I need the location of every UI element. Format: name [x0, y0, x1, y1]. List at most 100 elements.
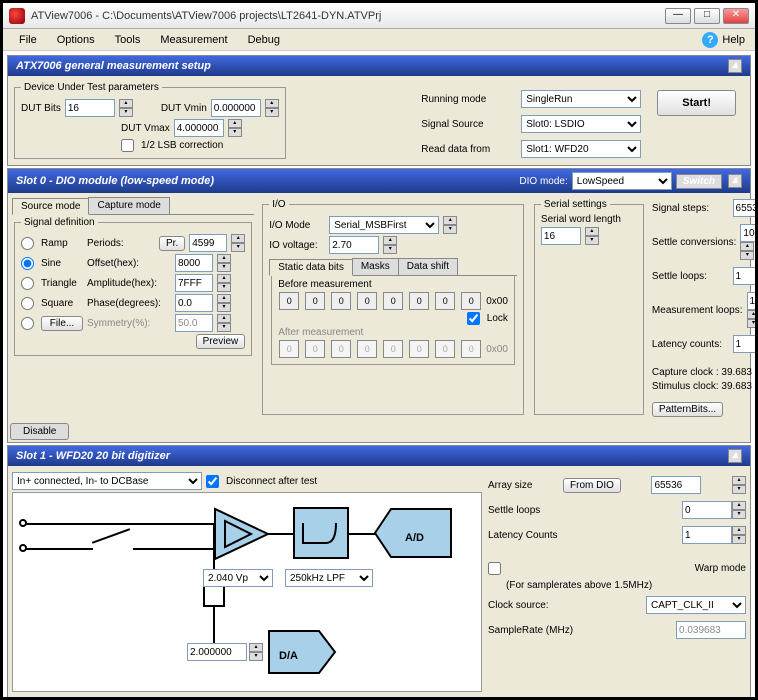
readfrom-select[interactable]: Slot1: WFD20	[521, 140, 641, 158]
srate-input	[676, 621, 746, 639]
da-spinner[interactable]: ▴▾	[249, 643, 263, 661]
preview-button[interactable]: Preview	[196, 334, 246, 349]
periods-input[interactable]	[189, 234, 227, 252]
dutvmax-input[interactable]	[174, 119, 224, 137]
before-hex: 0x00	[486, 296, 508, 307]
conn-select[interactable]: In+ connected, In- to DCBase	[12, 472, 202, 490]
panel3-collapse-icon[interactable]: ▴	[728, 449, 742, 463]
offset-spinner[interactable]: ▴▾	[217, 254, 231, 272]
iomode-select[interactable]: Serial_MSBFirst	[329, 216, 439, 234]
bit-button: 0	[331, 340, 351, 358]
settleconv-spinner[interactable]: ▴▾	[740, 242, 754, 260]
settleconv-input[interactable]	[740, 224, 755, 242]
radio-square[interactable]	[21, 297, 34, 310]
panel1-collapse-icon[interactable]: ▴	[728, 59, 742, 73]
phase-input[interactable]	[175, 294, 213, 312]
settleloops-label: Settle loops:	[652, 271, 707, 282]
p3-latency-label: Latency Counts	[488, 530, 558, 541]
menu-file[interactable]: File	[9, 34, 47, 46]
radio-ramp[interactable]	[21, 237, 34, 250]
help-icon[interactable]: ?	[702, 32, 718, 48]
radio-sine[interactable]	[21, 257, 34, 270]
periods-spinner[interactable]: ▴▾	[231, 234, 245, 252]
patternbits-button[interactable]: PatternBits...	[652, 402, 723, 417]
warp-note: (For samplerates above 1.5MHz)	[488, 580, 746, 591]
sym-label: Symmetry(%):	[87, 318, 171, 329]
p3-settleloops-label: Settle loops	[488, 505, 540, 516]
measloops-spinner[interactable]: ▴▾	[747, 310, 755, 328]
diomode-select[interactable]: LowSpeed	[572, 172, 672, 190]
p3-settleloops-spinner[interactable]: ▴▾	[732, 501, 746, 519]
disc-checkbox[interactable]	[206, 475, 219, 488]
menu-help[interactable]: Help	[718, 34, 749, 46]
p3-latency-spinner[interactable]: ▴▾	[732, 526, 746, 544]
periods-button[interactable]: Pr.	[159, 236, 185, 251]
sigsrc-select[interactable]: Slot0: LSDIO	[521, 115, 641, 133]
panel1-header: ATX7006 general measurement setup ▴	[8, 56, 750, 76]
vp-select[interactable]: 2.040 Vp	[203, 569, 273, 587]
panel2-disable-button[interactable]: Disable	[10, 423, 69, 440]
settleloops-input[interactable]	[733, 267, 755, 285]
swl-input[interactable]	[541, 227, 581, 245]
amp-spinner[interactable]: ▴▾	[217, 274, 231, 292]
bit-button[interactable]: 0	[409, 292, 429, 310]
dutbits-spinner[interactable]: ▴▾	[119, 99, 133, 117]
bit-button[interactable]: 0	[357, 292, 377, 310]
lsb-checkbox[interactable]	[121, 139, 134, 152]
tab-masks[interactable]: Masks	[352, 258, 399, 275]
bit-button[interactable]: 0	[279, 292, 299, 310]
periods-label: Periods:	[87, 238, 155, 249]
radio-triangle[interactable]	[21, 277, 34, 290]
arrsize-spinner[interactable]: ▴▾	[732, 476, 746, 494]
measloops-input[interactable]	[747, 292, 755, 310]
menu-options[interactable]: Options	[47, 34, 105, 46]
amp-input[interactable]	[175, 274, 213, 292]
bit-button[interactable]: 0	[435, 292, 455, 310]
lpf-select[interactable]: 250kHz LPF	[285, 569, 373, 587]
before-label: Before measurement	[278, 279, 508, 290]
radio-file[interactable]	[21, 317, 34, 330]
tab-static-bits[interactable]: Static data bits	[269, 259, 353, 276]
tab-data-shift[interactable]: Data shift	[398, 258, 458, 275]
dutbits-input[interactable]	[65, 99, 115, 117]
latency-input[interactable]	[733, 335, 755, 353]
dutvmax-spinner[interactable]: ▴▾	[228, 119, 242, 137]
close-button[interactable]: ✕	[723, 8, 749, 24]
iomode-spinner[interactable]: ▴▾	[443, 216, 457, 234]
warp-checkbox[interactable]	[488, 562, 501, 575]
p3-settleloops-input[interactable]	[682, 501, 732, 519]
phase-spinner[interactable]: ▴▾	[217, 294, 231, 312]
iovolt-input[interactable]	[329, 236, 379, 254]
file-button[interactable]: File...	[41, 316, 83, 331]
minimize-button[interactable]: —	[665, 8, 691, 24]
maximize-button[interactable]: □	[694, 8, 720, 24]
dutvmin-spinner[interactable]: ▴▾	[265, 99, 279, 117]
amp-block-icon	[213, 507, 273, 563]
swl-spinner[interactable]: ▴▾	[585, 227, 599, 245]
bit-button[interactable]: 0	[383, 292, 403, 310]
tab-source-mode[interactable]: Source mode	[12, 198, 89, 215]
da-input[interactable]	[187, 643, 247, 661]
sigsteps-input[interactable]	[733, 199, 755, 217]
arrsize-input[interactable]	[651, 476, 701, 494]
switch-button[interactable]: Switch	[676, 174, 722, 189]
bit-button[interactable]: 0	[461, 292, 481, 310]
clksrc-select[interactable]: CAPT_CLK_II	[646, 596, 746, 614]
bit-button[interactable]: 0	[331, 292, 351, 310]
bit-button: 0	[461, 340, 481, 358]
menu-measurement[interactable]: Measurement	[150, 34, 237, 46]
panel2-collapse-icon[interactable]: ▴	[728, 174, 742, 188]
menu-debug[interactable]: Debug	[238, 34, 290, 46]
bit-button[interactable]: 0	[305, 292, 325, 310]
p3-latency-input[interactable]	[682, 526, 732, 544]
start-button[interactable]: Start!	[657, 90, 736, 116]
bit-button: 0	[279, 340, 299, 358]
runmode-select[interactable]: SingleRun	[521, 90, 641, 108]
iovolt-spinner[interactable]: ▴▾	[383, 236, 397, 254]
lock-checkbox[interactable]	[467, 312, 480, 325]
offset-input[interactable]	[175, 254, 213, 272]
dutvmin-input[interactable]	[211, 99, 261, 117]
tab-capture-mode[interactable]: Capture mode	[88, 197, 169, 214]
menu-tools[interactable]: Tools	[105, 34, 151, 46]
fromdio-button[interactable]: From DIO	[563, 478, 621, 493]
